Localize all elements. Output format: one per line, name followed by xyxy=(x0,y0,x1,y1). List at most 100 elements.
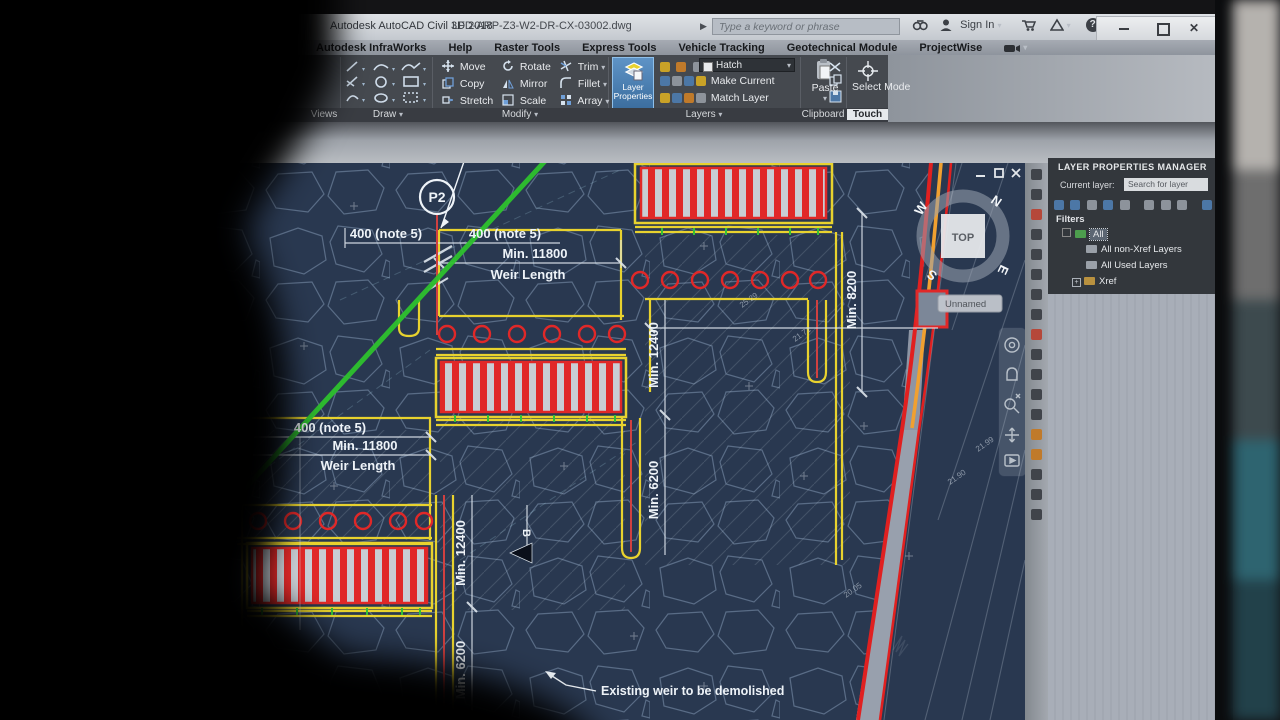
clipboard-panel-label[interactable]: Clipboard xyxy=(800,109,846,120)
autodesk-360-caret-icon[interactable]: ▾ xyxy=(1067,21,1071,30)
svg-text:Min. 12400: Min. 12400 xyxy=(453,520,468,586)
lpm-tree-non-xref[interactable]: All non-Xref Layers xyxy=(1086,244,1182,255)
drawing-canvas[interactable]: P2 400 (note 5) 400 (note 5) Min. 11800 … xyxy=(200,163,1025,720)
make-current-button[interactable]: Make Current xyxy=(711,75,775,87)
draw-panel-tools[interactable]: ▾▾▾ ▾▾▾ ▾▾▾ xyxy=(344,59,430,105)
viewport-tooltip: Unnamed xyxy=(938,295,1002,312)
menu-express-tools[interactable]: Express Tools xyxy=(582,42,656,54)
menu-extra-icon[interactable] xyxy=(1004,43,1020,53)
menu-vehicle-tracking[interactable]: Vehicle Tracking xyxy=(678,42,764,54)
toolbar-icon-8[interactable] xyxy=(1031,309,1042,320)
layer-thaw-icon[interactable] xyxy=(676,62,686,72)
svg-text:Min. 6200: Min. 6200 xyxy=(646,461,661,520)
layer-properties-manager: LAYER PROPERTIES MANAGER Current layer: … xyxy=(1048,158,1215,720)
window-controls: ✕ xyxy=(1096,16,1216,41)
fillet-button[interactable]: Fillet ▾ xyxy=(560,77,607,90)
menu-extra-caret-icon[interactable]: ▾ xyxy=(1023,43,1027,52)
lpm-tree-xref[interactable]: +Xref xyxy=(1072,276,1116,287)
toolbar-icon-9[interactable] xyxy=(1031,329,1042,340)
toolbar-icon-6[interactable] xyxy=(1031,269,1042,280)
new-group-filter-icon[interactable] xyxy=(1070,200,1080,210)
layer-on-icon[interactable] xyxy=(660,62,670,72)
menu-geotechnical[interactable]: Geotechnical Module xyxy=(787,42,898,54)
toolbar-icon-4[interactable] xyxy=(1031,229,1042,240)
restore-button[interactable] xyxy=(1157,23,1170,36)
lpm-tree-all[interactable]: All xyxy=(1062,228,1107,240)
menu-raster-tools[interactable]: Raster Tools xyxy=(494,42,560,54)
layers-panel-label[interactable]: Layers ▾ xyxy=(608,109,800,120)
autodesk-360-icon[interactable] xyxy=(1050,18,1064,32)
delete-layer-icon[interactable] xyxy=(1120,200,1130,210)
lpm-tree-used[interactable]: All Used Layers xyxy=(1086,260,1168,271)
svg-text:Weir Length: Weir Length xyxy=(321,458,396,473)
move-button[interactable]: Move xyxy=(442,60,486,73)
touch-panel-label[interactable]: Touch xyxy=(847,109,888,120)
toolbar-icon-13[interactable] xyxy=(1031,409,1042,420)
expand-icon: + xyxy=(1072,278,1081,287)
trim-button[interactable]: Trim ▾ xyxy=(560,60,605,73)
close-button[interactable]: ✕ xyxy=(1189,21,1199,35)
toolbar-icon-11[interactable] xyxy=(1031,369,1042,380)
draw-panel-label[interactable]: Draw ▾ xyxy=(344,109,432,120)
svg-text:▾: ▾ xyxy=(392,67,395,73)
toolbar-icon-2[interactable] xyxy=(1031,189,1042,200)
scale-button[interactable]: Scale xyxy=(502,94,546,107)
array-button[interactable]: Array ▾ xyxy=(560,94,609,107)
toolbar-icon-16[interactable] xyxy=(1031,469,1042,480)
toolbar-icon-15[interactable] xyxy=(1031,449,1042,460)
svg-text:Existing weir to be demolished: Existing weir to be demolished xyxy=(601,684,784,698)
lpm-search-input[interactable]: Search for layer xyxy=(1124,178,1208,191)
set-current-icon[interactable] xyxy=(1144,200,1154,210)
rotate-button[interactable]: Rotate xyxy=(502,60,551,73)
svg-text:Min. 11800: Min. 11800 xyxy=(332,438,397,453)
settings-icon[interactable] xyxy=(1177,200,1187,210)
layer-properties-button[interactable]: Layer Properties xyxy=(612,57,654,109)
blurred-room-background xyxy=(1233,0,1280,720)
modify-panel-label[interactable]: Modify ▾ xyxy=(432,109,608,120)
toolbar-icon-12[interactable] xyxy=(1031,389,1042,400)
menu-infraworks[interactable]: Autodesk InfraWorks xyxy=(316,42,426,54)
copy-button[interactable]: Copy xyxy=(442,77,484,90)
views-panel-label[interactable]: Views xyxy=(304,109,344,120)
viewcube-top-face[interactable]: TOP xyxy=(952,232,974,244)
toolbar-icon-7[interactable] xyxy=(1031,289,1042,300)
toolbar-icon-14[interactable] xyxy=(1031,429,1042,440)
toolbar-icon-5[interactable] xyxy=(1031,249,1042,260)
match-layer-button[interactable]: Match Layer xyxy=(711,92,769,104)
mirror-button[interactable]: Mirror xyxy=(502,77,547,90)
select-mode-button[interactable]: Select Mode xyxy=(852,61,886,92)
svg-text:▾: ▾ xyxy=(362,67,365,73)
stretch-button[interactable]: Stretch xyxy=(442,94,493,107)
layer-dropdown[interactable]: Hatch ▾ xyxy=(699,58,795,72)
new-layer-icon[interactable] xyxy=(1103,200,1113,210)
toolbar-icon-3[interactable] xyxy=(1031,209,1042,220)
minimize-button[interactable] xyxy=(1119,28,1129,30)
menu-help[interactable]: Help xyxy=(448,42,472,54)
user-icon[interactable] xyxy=(939,18,953,32)
svg-text:▾: ▾ xyxy=(362,82,365,88)
isolate-icon[interactable] xyxy=(1202,200,1212,210)
toolbar-icon-18[interactable] xyxy=(1031,509,1042,520)
svg-text:400 (note 5): 400 (note 5) xyxy=(469,226,541,241)
toolbar-icon-10[interactable] xyxy=(1031,349,1042,360)
docked-toolbar xyxy=(1025,163,1048,720)
app-store-cart-icon[interactable] xyxy=(1021,18,1037,32)
weir-crest-mid xyxy=(436,358,626,417)
refresh-icon[interactable] xyxy=(1161,200,1171,210)
navigation-bar[interactable] xyxy=(999,328,1025,476)
toolbar-icon-1[interactable] xyxy=(1031,169,1042,180)
sign-in-button[interactable]: Sign In xyxy=(960,19,994,31)
clipboard-mini-icons[interactable] xyxy=(828,61,844,105)
sign-in-caret-icon[interactable]: ▾ xyxy=(997,21,1001,30)
search-binoculars-icon[interactable] xyxy=(912,18,928,32)
menu-projectwise[interactable]: ProjectWise xyxy=(919,42,982,54)
svg-text:400 (note 5): 400 (note 5) xyxy=(294,420,366,435)
search-history-icon[interactable]: ▶ xyxy=(700,21,707,32)
lpm-layer-list-area[interactable] xyxy=(1048,294,1215,720)
layer-dropdown-caret-icon[interactable]: ▾ xyxy=(787,59,791,73)
toolbar-icon-17[interactable] xyxy=(1031,489,1042,500)
new-property-filter-icon[interactable] xyxy=(1054,200,1064,210)
layer-states-icon[interactable] xyxy=(1087,200,1097,210)
keyword-search-placeholder: Type a keyword or phrase xyxy=(719,21,840,33)
keyword-search-input[interactable]: Type a keyword or phrase xyxy=(712,18,900,35)
